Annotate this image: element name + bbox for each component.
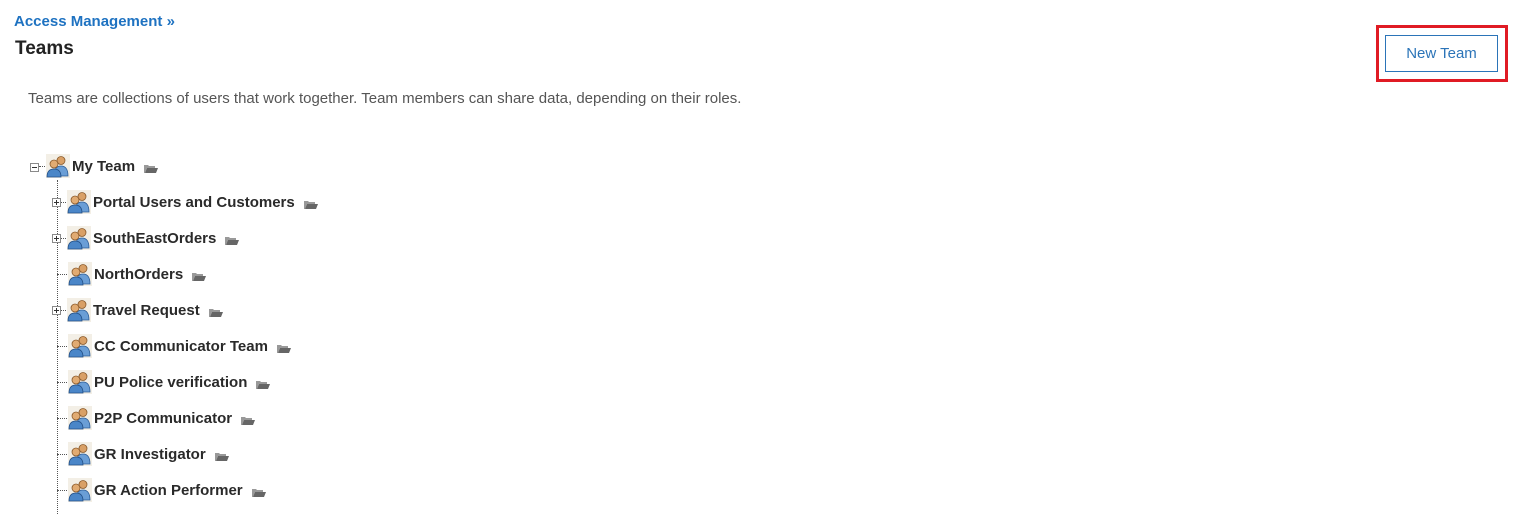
tree-connector [61,309,66,311]
tree-node-7: P2P Communicator [52,404,256,432]
tree-node-label[interactable]: GR Investigator [94,446,206,463]
tree-node-label[interactable]: Travel Request [93,302,200,319]
team-icon [67,190,91,214]
tree-connector [39,165,45,167]
tree-node-label[interactable]: CC Communicator Team [94,338,268,355]
expand-toggle-icon[interactable] [52,197,61,207]
folder-open-icon[interactable] [241,415,256,425]
tree-node-6: PU Police verification [52,368,271,396]
tree-node-label[interactable]: P2P Communicator [94,410,232,427]
tree-node-5: CC Communicator Team [52,332,291,360]
breadcrumb-access-management[interactable]: Access Management » [14,13,175,30]
page-title: Teams [15,38,74,59]
tree-node-4: Travel Request [52,296,223,324]
tree-node-1: Portal Users and Customers [52,188,318,216]
team-icon [68,262,92,286]
folder-open-icon[interactable] [214,451,229,461]
folder-open-icon[interactable] [251,487,266,497]
tree-connector [57,489,67,491]
tree-connector [57,453,67,455]
folder-open-icon[interactable] [256,379,271,389]
tree-node-label[interactable]: Portal Users and Customers [93,194,295,211]
folder-open-icon[interactable] [144,163,159,173]
team-icon [46,154,70,178]
tree-node-3: NorthOrders [52,260,207,288]
team-icon [68,370,92,394]
tree-node-root: My Team [30,152,159,180]
expand-toggle-icon[interactable] [52,233,61,243]
team-icon [68,406,92,430]
tree-node-label[interactable]: SouthEastOrders [93,230,216,247]
tree-node-label[interactable]: GR Action Performer [94,482,243,499]
tree-node-label[interactable]: PU Police verification [94,374,247,391]
tree-connector [57,381,67,383]
tree-node-label[interactable]: My Team [72,158,135,175]
team-icon [67,226,91,250]
tree-node-label[interactable]: NorthOrders [94,266,183,283]
tree-connector [57,345,67,347]
folder-open-icon[interactable] [225,235,240,245]
folder-open-icon[interactable] [303,199,318,209]
tree-connector [57,417,67,419]
tree-node-9: GR Action Performer [52,476,266,504]
tree-node-2: SouthEastOrders [52,224,240,252]
tree-node-8: GR Investigator [52,440,229,468]
new-team-button[interactable]: New Team [1385,35,1498,72]
page-description: Teams are collections of users that work… [28,90,742,107]
team-icon [68,442,92,466]
folder-open-icon[interactable] [208,307,223,317]
folder-open-icon[interactable] [276,343,291,353]
team-icon [68,334,92,358]
team-icon [67,298,91,322]
tree-connector [57,273,67,275]
expand-toggle-icon[interactable] [52,305,61,315]
team-icon [68,478,92,502]
tree-connector [61,237,66,239]
tree-connector [61,201,66,203]
folder-open-icon[interactable] [192,271,207,281]
collapse-toggle-icon[interactable] [30,162,39,172]
